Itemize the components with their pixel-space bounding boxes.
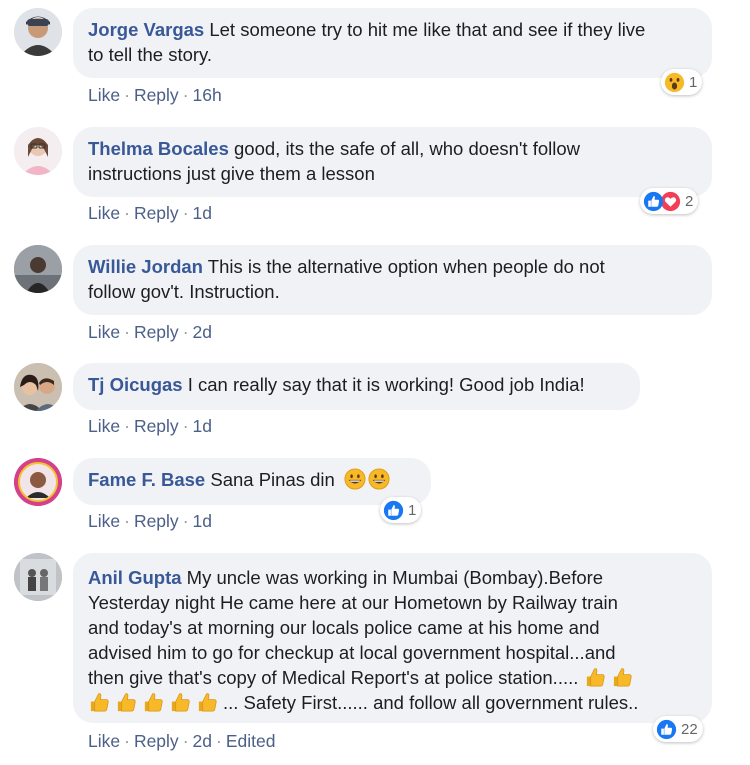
reaction-count: 1 xyxy=(408,501,417,519)
reaction-summary[interactable]: 1 xyxy=(661,69,703,95)
wow-icon xyxy=(664,72,685,93)
thumbs-up-icon xyxy=(142,691,165,714)
comment-text: advised him to go for checkup at local g… xyxy=(88,642,616,663)
thumbs-up-icon xyxy=(115,691,138,714)
thumbs-up-icon xyxy=(584,666,607,689)
comment-actions: Like · Reply · 1d xyxy=(88,203,212,223)
reaction-count: 22 xyxy=(681,720,698,738)
comment-actions: Like · Reply · 1d xyxy=(88,416,212,436)
comment-bubble: Jorge Vargas Let someone try to hit me l… xyxy=(73,8,712,78)
comment-text: I can really say that it is working! Goo… xyxy=(187,374,585,395)
comment-text: then give that's copy of Medical Report'… xyxy=(88,667,579,688)
timestamp[interactable]: 1d xyxy=(193,203,212,223)
comment-text: and today's at morning our locals police… xyxy=(88,617,600,638)
comment-text: good, its the safe of all, who doesn't f… xyxy=(234,138,581,159)
reaction-summary[interactable]: 22 xyxy=(653,716,703,742)
like-icon xyxy=(383,500,404,521)
comment-actions: Like · Reply · 1d xyxy=(88,511,212,531)
comment-author[interactable]: Fame F. Base xyxy=(88,469,205,490)
reaction-count: 2 xyxy=(685,192,694,210)
comment-text: Yesterday night He came here at our Home… xyxy=(88,592,618,613)
thumbs-up-icon xyxy=(611,666,634,689)
edited-label[interactable]: Edited xyxy=(226,731,276,751)
comment-author[interactable]: Willie Jordan xyxy=(88,256,203,277)
reply-link[interactable]: Reply xyxy=(134,416,179,436)
like-icon xyxy=(643,191,664,212)
like-link[interactable]: Like xyxy=(88,203,120,223)
avatar[interactable] xyxy=(14,553,62,601)
comment-author[interactable]: Thelma Bocales xyxy=(88,138,229,159)
comment-text: instructions just give them a lesson xyxy=(88,163,375,184)
like-link[interactable]: Like xyxy=(88,416,120,436)
like-link[interactable]: Like xyxy=(88,511,120,531)
comment-actions: Like · Reply · 16h xyxy=(88,85,222,105)
comment-text: follow gov't. Instruction. xyxy=(88,281,280,302)
comment-text: ... Safety First...... and follow all go… xyxy=(223,692,639,713)
comment-text: to tell the story. xyxy=(88,44,213,65)
timestamp[interactable]: 2d xyxy=(193,731,212,751)
reply-link[interactable]: Reply xyxy=(134,511,179,531)
comment-actions: Like · Reply · 2d xyxy=(88,322,212,342)
reaction-summary[interactable]: 2 xyxy=(640,188,699,214)
avatar[interactable] xyxy=(14,127,62,175)
like-link[interactable]: Like xyxy=(88,85,120,105)
avatar[interactable] xyxy=(14,458,62,506)
comment-author[interactable]: Anil Gupta xyxy=(88,567,182,588)
grinning-face-icon xyxy=(344,468,366,490)
reaction-count: 1 xyxy=(689,73,698,91)
comment-text: Let someone try to hit me like that and … xyxy=(209,19,646,40)
thumbs-up-icon xyxy=(88,691,111,714)
like-icon xyxy=(656,719,677,740)
reply-link[interactable]: Reply xyxy=(134,731,179,751)
thumbs-up-icon xyxy=(169,691,192,714)
like-link[interactable]: Like xyxy=(88,322,120,342)
comment-actions: Like · Reply · 2d · Edited xyxy=(88,731,276,751)
like-link[interactable]: Like xyxy=(88,731,120,751)
timestamp[interactable]: 2d xyxy=(193,322,212,342)
comment-bubble: Willie Jordan This is the alternative op… xyxy=(73,245,712,315)
timestamp[interactable]: 1d xyxy=(193,416,212,436)
reply-link[interactable]: Reply xyxy=(134,85,179,105)
reply-link[interactable]: Reply xyxy=(134,203,179,223)
avatar[interactable] xyxy=(14,8,62,56)
reaction-summary[interactable]: 1 xyxy=(380,497,422,523)
timestamp[interactable]: 16h xyxy=(193,85,222,105)
comment-text: Sana Pinas din xyxy=(210,469,335,490)
comment-bubble: Anil Gupta My uncle was working in Mumba… xyxy=(73,553,712,723)
comment-author[interactable]: Jorge Vargas xyxy=(88,19,204,40)
comment-bubble: Fame F. Base Sana Pinas din xyxy=(73,458,431,505)
comment-text: This is the alternative option when peop… xyxy=(207,256,605,277)
thumbs-up-icon xyxy=(196,691,219,714)
avatar[interactable] xyxy=(14,363,62,411)
timestamp[interactable]: 1d xyxy=(193,511,212,531)
grinning-face-icon xyxy=(368,468,390,490)
reply-link[interactable]: Reply xyxy=(134,322,179,342)
comment-bubble: Thelma Bocales good, its the safe of all… xyxy=(73,127,712,197)
avatar[interactable] xyxy=(14,245,62,293)
comment-text: My uncle was working in Mumbai (Bombay).… xyxy=(186,567,604,588)
comment-bubble: Tj Oicugas I can really say that it is w… xyxy=(73,363,640,410)
comment-author[interactable]: Tj Oicugas xyxy=(88,374,183,395)
